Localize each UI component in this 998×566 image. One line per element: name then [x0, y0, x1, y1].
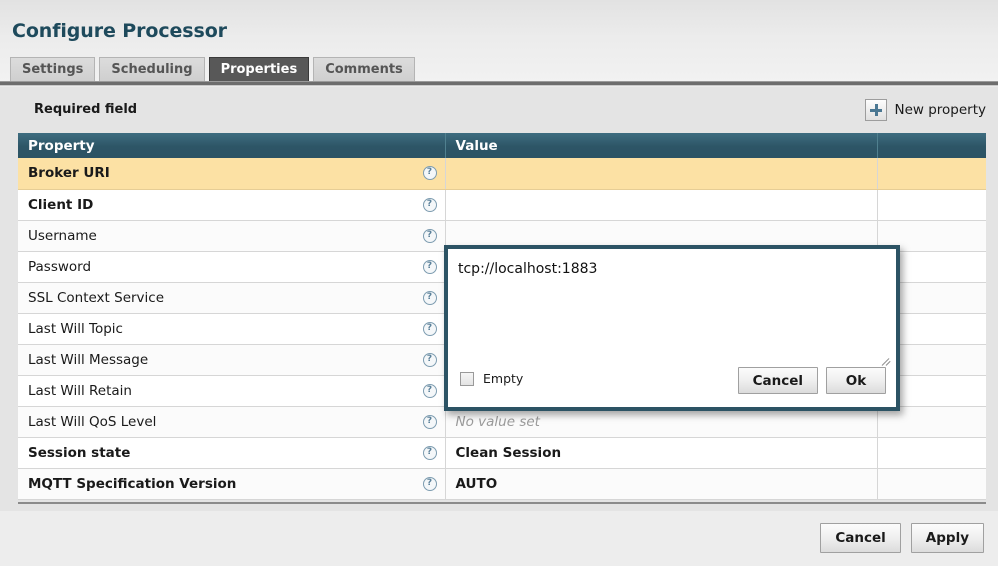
help-circle-icon[interactable]: ?	[423, 322, 437, 336]
tab-properties[interactable]: Properties	[209, 57, 310, 81]
properties-toolbar: Required field New property	[0, 87, 998, 132]
table-row[interactable]: Client ID?	[18, 189, 986, 220]
tab-strip: SettingsSchedulingPropertiesComments	[10, 57, 415, 83]
tab-scheduling[interactable]: Scheduling	[99, 57, 204, 81]
value-editor-footer: Empty Cancel Ok	[448, 359, 896, 407]
property-name-label: Password	[28, 259, 91, 275]
property-name-cell: Last Will Retain?	[18, 375, 445, 406]
property-name-label: Last Will QoS Level	[28, 414, 156, 430]
plus-icon	[865, 99, 887, 121]
dialog-footer-buttons: Cancel Apply	[820, 523, 984, 553]
empty-checkbox[interactable]: Empty	[460, 371, 523, 386]
help-circle-icon[interactable]: ?	[423, 384, 437, 398]
property-action-cell	[877, 468, 986, 499]
property-action-cell	[877, 437, 986, 468]
help-circle-icon[interactable]: ?	[423, 353, 437, 367]
table-row[interactable]: Session state?Clean Session	[18, 437, 986, 468]
property-name-label: Broker URI	[28, 165, 110, 181]
help-circle-icon[interactable]: ?	[423, 198, 437, 212]
property-name-label: Last Will Message	[28, 352, 148, 368]
help-circle-icon[interactable]: ?	[423, 229, 437, 243]
property-name-label: SSL Context Service	[28, 290, 164, 306]
property-name-cell: Last Will Message?	[18, 344, 445, 375]
property-action-cell	[877, 158, 986, 189]
checkbox-box-icon[interactable]	[460, 372, 474, 386]
property-name-label: Last Will Topic	[28, 321, 123, 337]
column-header-actions	[877, 133, 986, 158]
new-property-label: New property	[894, 102, 986, 118]
property-name-cell: SSL Context Service?	[18, 282, 445, 313]
column-header-value[interactable]: Value	[445, 133, 877, 158]
property-action-cell	[877, 189, 986, 220]
required-field-label: Required field	[34, 102, 137, 117]
property-value-cell[interactable]: AUTO	[445, 468, 877, 499]
dialog-footer: Cancel Apply	[0, 511, 998, 566]
property-name-cell: Last Will Topic?	[18, 313, 445, 344]
column-header-property[interactable]: Property	[18, 133, 445, 158]
property-name-label: Username	[28, 228, 97, 244]
value-editor-popup[interactable]: Empty Cancel Ok	[444, 245, 900, 411]
tab-settings[interactable]: Settings	[10, 57, 95, 81]
help-circle-icon[interactable]: ?	[423, 260, 437, 274]
value-editor-textarea[interactable]	[448, 249, 896, 364]
dialog-apply-button[interactable]: Apply	[911, 523, 984, 553]
add-new-property-button[interactable]: New property	[865, 99, 986, 121]
value-editor-ok-button[interactable]: Ok	[826, 367, 886, 394]
property-name-cell: Password?	[18, 251, 445, 282]
property-value-cell[interactable]	[445, 158, 877, 189]
help-circle-icon[interactable]: ?	[423, 166, 437, 180]
tab-comments[interactable]: Comments	[313, 57, 415, 81]
table-row[interactable]: Broker URI?	[18, 158, 986, 189]
value-editor-cancel-button[interactable]: Cancel	[738, 367, 818, 394]
property-name-cell: Session state?	[18, 437, 445, 468]
property-value-cell[interactable]: Clean Session	[445, 437, 877, 468]
property-name-cell: Client ID?	[18, 189, 445, 220]
property-name-cell: Broker URI?	[18, 158, 445, 189]
property-name-label: Client ID	[28, 197, 93, 213]
dialog-body: Required field New property Property Val…	[0, 87, 998, 511]
help-circle-icon[interactable]: ?	[423, 415, 437, 429]
properties-table-head: Property Value	[18, 133, 986, 158]
property-value-cell[interactable]	[445, 189, 877, 220]
table-header-row: Property Value	[18, 133, 986, 158]
value-editor-buttons: Cancel Ok	[738, 367, 886, 394]
help-circle-icon[interactable]: ?	[423, 477, 437, 491]
dialog-cancel-button[interactable]: Cancel	[820, 523, 900, 553]
help-circle-icon[interactable]: ?	[423, 291, 437, 305]
property-name-label: Last Will Retain	[28, 383, 132, 399]
property-name-label: MQTT Specification Version	[28, 476, 236, 492]
property-name-label: Session state	[28, 445, 130, 461]
page-title: Configure Processor	[12, 20, 227, 42]
property-name-cell: Username?	[18, 220, 445, 251]
help-circle-icon[interactable]: ?	[423, 446, 437, 460]
property-name-cell: MQTT Specification Version?	[18, 468, 445, 499]
empty-checkbox-label: Empty	[483, 371, 523, 386]
property-name-cell: Last Will QoS Level?	[18, 406, 445, 437]
table-row[interactable]: MQTT Specification Version?AUTO	[18, 468, 986, 499]
resize-grip-icon[interactable]	[882, 357, 892, 367]
